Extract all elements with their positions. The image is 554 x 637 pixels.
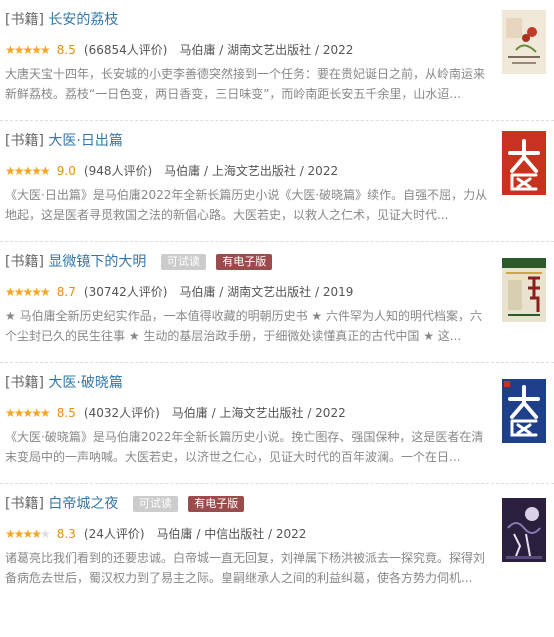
meta-row: ★★★★★ 8.3 (24人评价) 马伯庸 / 中信出版社 / 2022 xyxy=(5,527,307,541)
trial-read-badge[interactable]: 可试读 xyxy=(132,496,178,512)
year: 2022 xyxy=(315,406,346,420)
book-result-item: [书籍] 显微镜下的大明 可试读 有电子版 ★★★★★ 8.7 (30742人评价)… xyxy=(0,242,554,363)
title-row: [书籍] 大医·日出篇 xyxy=(5,131,123,151)
book-cover-microscope-ming[interactable] xyxy=(502,258,546,322)
rating-score: 8.3 xyxy=(56,527,76,541)
book-title-link[interactable]: 大医·破晓篇 xyxy=(48,375,122,391)
rating-stars: ★★★★★ xyxy=(5,406,51,420)
book-description: 《大医·日出篇》是马伯庸2022年全新长篇历史小说《大医·破晓篇》续作。自强不屈… xyxy=(5,188,488,222)
rating-score: 9.0 xyxy=(56,164,76,178)
author: 马伯庸 xyxy=(179,43,216,57)
rating-stars: ★★★★★ xyxy=(5,43,51,57)
book-description: 诸葛亮比我们看到的还要忠诚。白帝城一直无回复，刘禅属下杨洪被派去一探究竟。探得刘… xyxy=(5,551,486,585)
book-cover-baidi-night[interactable] xyxy=(502,498,546,562)
year: 2022 xyxy=(307,164,339,178)
publisher: 湖南文艺出版社 xyxy=(227,43,312,57)
category-label: [书籍] xyxy=(5,496,44,512)
publisher: 中信出版社 xyxy=(204,527,265,541)
title-row: [书籍] 白帝城之夜 可试读 有电子版 xyxy=(5,494,245,514)
category-label: [书籍] xyxy=(5,12,44,28)
book-result-item: [书籍] 白帝城之夜 可试读 有电子版 ★★★★★ 8.3 (24人评价) 马伯庸 /… xyxy=(0,484,554,605)
author: 马伯庸 xyxy=(171,406,208,420)
rating-stars: ★★★★★ xyxy=(5,285,51,299)
rating-count: (4032人评价) xyxy=(83,406,160,420)
publisher: 湖南文艺出版社 xyxy=(227,285,312,299)
book-result-item: [书籍] 大医·日出篇 ★★★★★ 9.0 (948人评价) 马伯庸 / 上海文艺出版… xyxy=(0,121,554,242)
ebook-badge[interactable]: 有电子版 xyxy=(216,254,273,270)
author: 马伯庸 xyxy=(156,527,193,541)
meta-row: ★★★★★ 8.5 (66854人评价) 马伯庸 / 湖南文艺出版社 / 2022 xyxy=(5,43,354,57)
book-description: ★ 马伯庸全新历史纪实作品，一本值得收藏的明朝历史书 ★ 六件罕为人知的明代档案… xyxy=(5,309,482,343)
year: 2019 xyxy=(322,285,354,299)
book-result-list: [书籍] 长安的荔枝 ★★★★★ 8.5 (66854人评价) 马伯庸 / 湖南文艺出… xyxy=(0,0,554,605)
rating-score: 8.5 xyxy=(56,406,76,420)
publisher: 上海文艺出版社 xyxy=(219,406,304,420)
author: 马伯庸 xyxy=(164,164,201,178)
rating-count: (24人评价) xyxy=(83,527,145,541)
meta-row: ★★★★★ 8.7 (30742人评价) 马伯庸 / 湖南文艺出版社 / 2019 xyxy=(5,285,354,299)
book-description: 大唐天宝十四年，长安城的小吏李善德突然接到一个任务：要在贵妃诞日之前，从岭南运来… xyxy=(5,67,486,101)
category-label: [书籍] xyxy=(5,133,44,149)
ebook-badge[interactable]: 有电子版 xyxy=(188,496,245,512)
rating-count: (948人评价) xyxy=(83,164,153,178)
book-title-link[interactable]: 大医·日出篇 xyxy=(48,133,122,149)
category-label: [书籍] xyxy=(5,254,44,270)
book-title-link[interactable]: 显微镜下的大明 xyxy=(48,254,146,270)
book-cover-daiyi-sunrise[interactable] xyxy=(502,131,546,195)
rating-stars: ★★★★★ xyxy=(5,164,51,178)
rating-count: (30742人评价) xyxy=(83,285,168,299)
book-title-link[interactable]: 白帝城之夜 xyxy=(48,496,118,512)
book-description: 《大医·破晓篇》是马伯庸2022年全新长篇历史小说。挽亡图存、强国保种，这是医者… xyxy=(5,430,484,464)
publisher: 上海文艺出版社 xyxy=(211,164,296,178)
trial-read-badge[interactable]: 可试读 xyxy=(160,254,206,270)
meta-row: ★★★★★ 9.0 (948人评价) 马伯庸 / 上海文艺出版社 / 2022 xyxy=(5,164,339,178)
title-row: [书籍] 大医·破晓篇 xyxy=(5,373,123,393)
year: 2022 xyxy=(322,43,354,57)
author: 马伯庸 xyxy=(179,285,216,299)
book-result-item: [书籍] 长安的荔枝 ★★★★★ 8.5 (66854人评价) 马伯庸 / 湖南文艺出… xyxy=(0,0,554,121)
category-label: [书籍] xyxy=(5,375,44,391)
book-cover-daiyi-dawn[interactable] xyxy=(502,379,546,443)
rating-stars: ★★★★★ xyxy=(5,527,51,541)
meta-row: ★★★★★ 8.5 (4032人评价) 马伯庸 / 上海文艺出版社 / 2022 xyxy=(5,406,346,420)
book-title-link[interactable]: 长安的荔枝 xyxy=(48,12,118,28)
title-row: [书籍] 显微镜下的大明 可试读 有电子版 xyxy=(5,252,273,272)
rating-count: (66854人评价) xyxy=(83,43,168,57)
book-cover-lychee[interactable] xyxy=(502,10,546,74)
rating-score: 8.7 xyxy=(56,285,76,299)
year: 2022 xyxy=(275,527,307,541)
title-row: [书籍] 长安的荔枝 xyxy=(5,10,118,30)
rating-score: 8.5 xyxy=(56,43,76,57)
book-result-item: [书籍] 大医·破晓篇 ★★★★★ 8.5 (4032人评价) 马伯庸 / 上海文艺出… xyxy=(0,363,554,484)
